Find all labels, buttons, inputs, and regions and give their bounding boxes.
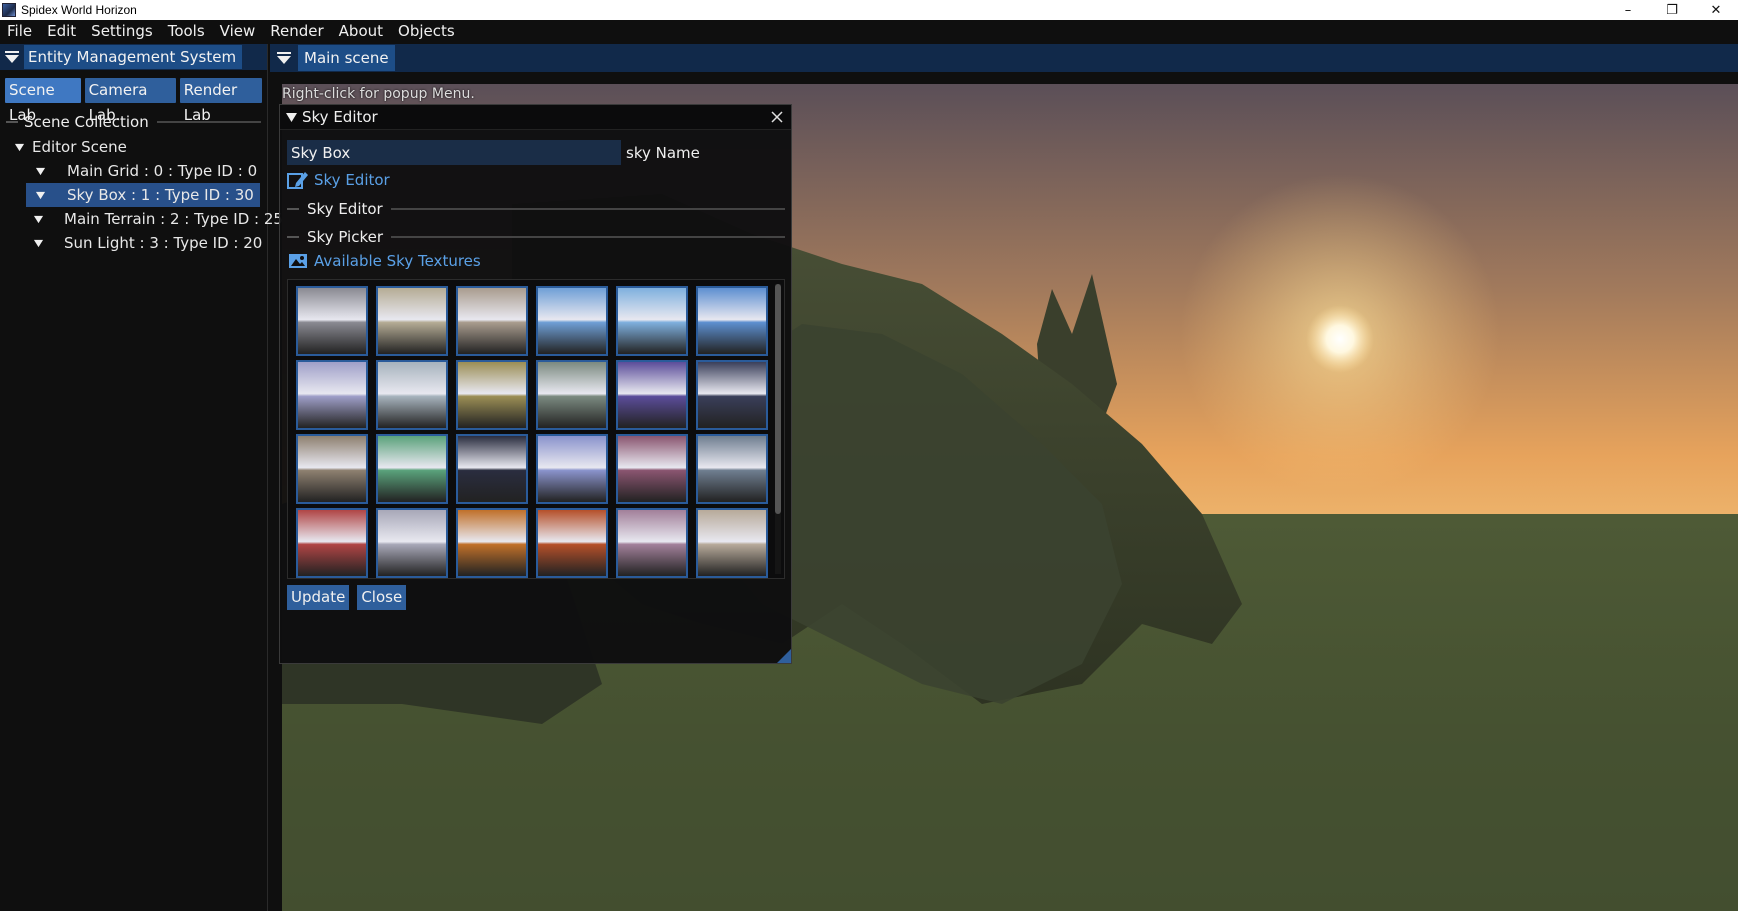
sky-texture-thumbnail[interactable]	[376, 360, 448, 430]
menu-render[interactable]: Render	[263, 22, 331, 40]
tree-node-main-grid[interactable]: Main Grid : 0 : Type ID : 0	[26, 159, 260, 183]
sky-editor-titlebar[interactable]: Sky Editor	[280, 105, 791, 130]
sky-name-label: sky Name	[626, 143, 700, 162]
entity-panel-tab[interactable]: Entity Management System	[24, 45, 243, 69]
collapse-triangle-icon[interactable]	[270, 44, 298, 72]
sky-texture-thumbnail[interactable]	[616, 434, 688, 504]
close-button[interactable]: Close	[357, 585, 407, 610]
sky-name-row: sky Name	[287, 140, 791, 165]
sky-texture-thumbnail[interactable]	[376, 434, 448, 504]
menu-edit[interactable]: Edit	[40, 22, 84, 40]
sky-texture-thumbnail[interactable]	[456, 286, 528, 356]
tab-camera-lab[interactable]: Camera Lab.	[84, 78, 176, 124]
sky-texture-thumbnail[interactable]	[536, 508, 608, 578]
close-icon[interactable]	[769, 109, 785, 125]
minimize-button[interactable]: –	[1606, 0, 1650, 20]
collapse-triangle-icon[interactable]	[0, 44, 24, 70]
sky-editor-window: Sky Editor sky Name Sky Editor Sky Edito…	[279, 104, 792, 664]
available-sky-textures-link[interactable]: Available Sky Textures	[287, 251, 791, 271]
sky-editor-section-label: Sky Editor	[307, 200, 383, 218]
tree-node-sky-box[interactable]: Sky Box : 1 : Type ID : 30	[26, 183, 260, 207]
expand-arrow-icon[interactable]	[12, 140, 26, 154]
sky-texture-grid	[296, 286, 768, 578]
lab-tabs: Scene Lab Camera Lab. Render Lab	[0, 78, 267, 124]
sky-texture-thumbnail[interactable]	[536, 360, 608, 430]
edit-icon	[287, 170, 309, 190]
expand-arrow-icon[interactable]	[33, 212, 44, 226]
sky-editor-section: Sky Editor	[287, 200, 785, 218]
sky-picker-section: Sky Picker	[287, 228, 785, 246]
menu-file[interactable]: File	[0, 22, 40, 40]
sky-texture-list[interactable]	[287, 279, 785, 579]
scene-tree: Editor Scene Main Grid : 0 : Type ID : 0…	[0, 135, 283, 255]
tree-node-label: Sky Box : 1 : Type ID : 30	[67, 186, 254, 204]
viewport-hint: Right-click for popup Menu.	[282, 86, 475, 102]
close-window-button[interactable]: ✕	[1694, 0, 1738, 20]
sky-texture-scrollbar[interactable]	[775, 284, 781, 574]
resize-grip-icon[interactable]	[775, 647, 791, 663]
entity-panel-header: Entity Management System	[0, 44, 267, 70]
sky-texture-thumbnail[interactable]	[376, 286, 448, 356]
sky-editor-title: Sky Editor	[302, 108, 378, 126]
tree-node-label: Editor Scene	[32, 138, 127, 156]
sky-texture-thumbnail[interactable]	[616, 508, 688, 578]
sky-texture-thumbnail[interactable]	[456, 434, 528, 504]
tree-node-main-terrain[interactable]: Main Terrain : 2 : Type ID : 25	[26, 207, 283, 231]
tree-node-sun-light[interactable]: Sun Light : 3 : Type ID : 20	[26, 231, 263, 255]
tree-node-label: Main Terrain : 2 : Type ID : 25	[64, 210, 283, 228]
sky-texture-thumbnail[interactable]	[296, 286, 368, 356]
menu-bar: File Edit Settings Tools View Render Abo…	[0, 20, 1738, 42]
sky-texture-thumbnail[interactable]	[616, 360, 688, 430]
expand-arrow-icon[interactable]	[33, 188, 47, 202]
sky-picker-section-label: Sky Picker	[307, 228, 383, 246]
sky-texture-thumbnail[interactable]	[696, 286, 768, 356]
sky-texture-thumbnail[interactable]	[696, 434, 768, 504]
image-icon	[287, 251, 309, 271]
scene-collection-label: Scene Collection	[24, 113, 149, 131]
sky-texture-thumbnail[interactable]	[376, 508, 448, 578]
menu-tools[interactable]: Tools	[161, 22, 213, 40]
scrollbar-thumb[interactable]	[775, 284, 781, 514]
restore-button[interactable]: ❐	[1650, 0, 1694, 20]
sky-texture-thumbnail[interactable]	[296, 434, 368, 504]
app-icon	[2, 3, 16, 17]
tab-main-scene[interactable]: Main scene	[298, 45, 395, 71]
update-button[interactable]: Update	[287, 585, 350, 610]
main-scene-header: Main scene	[270, 44, 1738, 72]
sky-texture-thumbnail[interactable]	[536, 286, 608, 356]
sky-editor-link[interactable]: Sky Editor	[287, 170, 791, 190]
scene-collection-separator: Scene Collection	[6, 113, 261, 131]
collapse-triangle-icon[interactable]	[280, 111, 302, 124]
window-title: Spidex World Horizon	[21, 3, 137, 17]
title-bar: Spidex World Horizon – ❐ ✕	[0, 0, 1738, 20]
sky-name-input[interactable]	[287, 140, 621, 165]
sky-texture-thumbnail[interactable]	[456, 360, 528, 430]
sky-texture-thumbnail[interactable]	[536, 434, 608, 504]
tab-render-lab[interactable]: Render Lab	[179, 78, 262, 124]
sky-texture-thumbnail[interactable]	[296, 360, 368, 430]
sky-texture-thumbnail[interactable]	[696, 360, 768, 430]
menu-about[interactable]: About	[332, 22, 391, 40]
menu-objects[interactable]: Objects	[391, 22, 463, 40]
sky-texture-thumbnail[interactable]	[696, 508, 768, 578]
sky-texture-thumbnail[interactable]	[456, 508, 528, 578]
expand-arrow-icon[interactable]	[33, 164, 47, 178]
sky-editor-link-label: Sky Editor	[314, 171, 390, 189]
sky-texture-thumbnail[interactable]	[296, 508, 368, 578]
tree-node-editor-scene[interactable]: Editor Scene	[0, 135, 267, 159]
expand-arrow-icon[interactable]	[33, 236, 44, 250]
tab-scene-lab[interactable]: Scene Lab	[5, 78, 81, 124]
sky-texture-thumbnail[interactable]	[616, 286, 688, 356]
menu-view[interactable]: View	[213, 22, 264, 40]
sky-editor-buttons: Update Close	[287, 585, 791, 610]
tree-node-label: Main Grid : 0 : Type ID : 0	[67, 162, 258, 180]
menu-settings[interactable]: Settings	[84, 22, 161, 40]
available-sky-textures-label: Available Sky Textures	[314, 252, 481, 270]
tree-node-label: Sun Light : 3 : Type ID : 20	[64, 234, 263, 252]
entity-panel: Entity Management System Scene Lab Camer…	[0, 44, 283, 911]
